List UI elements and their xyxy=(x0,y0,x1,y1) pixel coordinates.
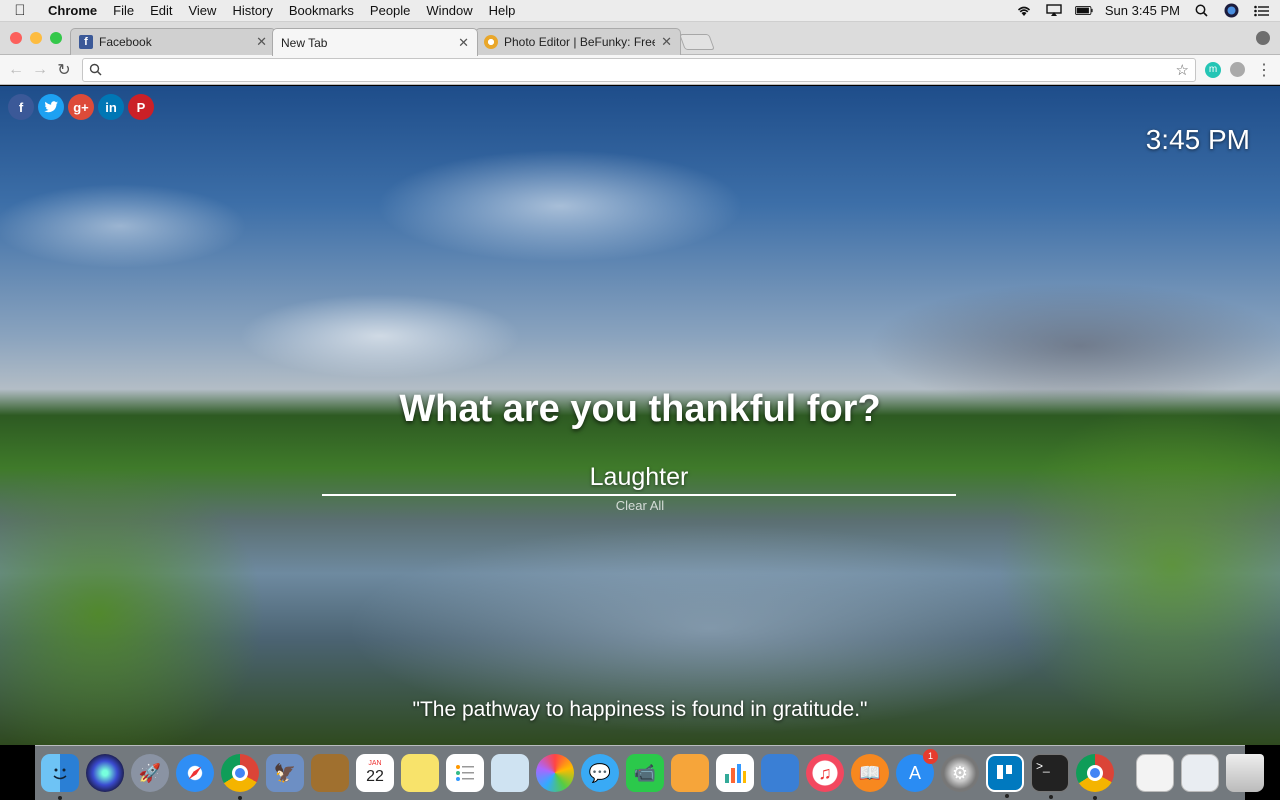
photo-booth-icon[interactable] xyxy=(491,754,529,792)
numbers-chart-icon[interactable] xyxy=(716,754,754,792)
tab-title: New Tab xyxy=(281,35,328,50)
wifi-icon[interactable] xyxy=(1015,4,1033,18)
reload-icon[interactable]: ↻ xyxy=(52,60,76,80)
facebook-favicon-icon: f xyxy=(79,35,93,49)
zoom-window-button[interactable] xyxy=(50,32,62,44)
notification-center-icon[interactable] xyxy=(1252,4,1270,18)
new-tab-page-background: f g+ in P 3:45 PM What are you thankful … xyxy=(0,86,1280,745)
menu-edit[interactable]: Edit xyxy=(142,3,180,18)
google-plus-share-icon[interactable]: g+ xyxy=(68,94,94,120)
new-tab-button[interactable] xyxy=(679,34,715,50)
spotlight-search-icon[interactable] xyxy=(1192,4,1210,18)
siri-icon[interactable] xyxy=(1222,3,1240,18)
chrome-menu-icon[interactable]: ⋮ xyxy=(1256,60,1272,80)
messages-icon[interactable]: 💬 xyxy=(581,754,619,792)
window-controls xyxy=(10,32,62,44)
battery-icon[interactable] xyxy=(1074,4,1093,18)
befunky-favicon-icon xyxy=(484,35,498,49)
facebook-share-icon[interactable]: f xyxy=(8,94,34,120)
macos-menu-bar:  Chrome File Edit View History Bookmark… xyxy=(0,0,1280,22)
chrome-icon-2[interactable] xyxy=(1076,754,1114,800)
menu-view[interactable]: View xyxy=(180,3,224,18)
finder-icon[interactable] xyxy=(41,754,79,800)
chrome-icon[interactable] xyxy=(221,754,259,800)
launchpad-rocket-icon[interactable]: 🚀 xyxy=(131,754,169,792)
tab-title: Photo Editor | BeFunky: Free O xyxy=(504,35,656,49)
menu-file[interactable]: File xyxy=(105,3,142,18)
extension-m-icon[interactable]: m xyxy=(1205,62,1221,78)
close-window-button[interactable] xyxy=(10,32,22,44)
forward-arrow-icon[interactable]: → xyxy=(28,61,52,79)
menu-bar-clock[interactable]: Sun 3:45 PM xyxy=(1105,3,1180,18)
menu-bookmarks[interactable]: Bookmarks xyxy=(281,3,362,18)
gratitude-question-heading: What are you thankful for? xyxy=(399,388,881,430)
linkedin-share-icon[interactable]: in xyxy=(98,94,124,120)
chrome-toolbar: ← → ↻ ☆ m ⋮ xyxy=(0,55,1280,85)
calendar-day: 22 xyxy=(366,768,384,785)
menu-history[interactable]: History xyxy=(224,3,280,18)
tab-title: Facebook xyxy=(99,35,152,49)
gratitude-quote: "The pathway to happiness is found in gr… xyxy=(412,698,868,721)
stickies-icon[interactable] xyxy=(401,754,439,792)
tab-close-icon[interactable]: ✕ xyxy=(256,34,267,50)
trello-icon[interactable] xyxy=(986,754,1024,798)
menu-help[interactable]: Help xyxy=(481,3,524,18)
reminders-list-icon[interactable] xyxy=(446,754,484,792)
tab-facebook[interactable]: f Facebook ✕ xyxy=(70,28,276,55)
menu-window[interactable]: Window xyxy=(418,3,480,18)
tab-close-icon[interactable]: ✕ xyxy=(661,34,672,50)
trash-icon[interactable] xyxy=(1226,754,1264,792)
facetime-icon[interactable]: 📹 xyxy=(626,754,664,792)
menu-people[interactable]: People xyxy=(362,3,418,18)
airplay-icon[interactable] xyxy=(1045,4,1063,18)
back-arrow-icon[interactable]: ← xyxy=(4,61,28,79)
notes-book-icon[interactable] xyxy=(311,754,349,792)
page-clock: 3:45 PM xyxy=(1145,124,1250,155)
social-share-links: f g+ in P xyxy=(8,94,154,120)
calendar-icon[interactable]: JAN 22 xyxy=(356,754,394,792)
ibooks-icon[interactable]: 📖 xyxy=(851,754,889,792)
macos-dock: 🚀 🦅 JAN 22 💬 📹 ♫ 📖 A1 ⚙ >_ xyxy=(35,745,1264,800)
chrome-tab-strip: f Facebook ✕ New Tab ✕ Photo Editor | Be… xyxy=(0,22,1280,56)
tab-close-icon[interactable]: ✕ xyxy=(458,35,469,51)
pinterest-share-icon[interactable]: P xyxy=(128,94,154,120)
minimized-window-icon[interactable] xyxy=(1181,754,1219,792)
calendar-month: JAN xyxy=(368,760,382,767)
bookmark-star-icon[interactable]: ☆ xyxy=(1176,61,1189,79)
app-store-badge: 1 xyxy=(923,749,938,764)
gratitude-answer-input[interactable] xyxy=(322,460,956,496)
menu-app-name[interactable]: Chrome xyxy=(40,3,105,18)
omnibox-search-icon xyxy=(89,63,103,77)
preview-eagle-icon[interactable]: 🦅 xyxy=(266,754,304,792)
pages-icon[interactable] xyxy=(671,754,709,792)
app-store-icon[interactable]: A1 xyxy=(896,749,938,792)
itunes-music-icon[interactable]: ♫ xyxy=(806,754,844,792)
omnibox-address-bar[interactable]: ☆ xyxy=(82,58,1196,82)
extension-gray-icon[interactable] xyxy=(1230,62,1245,77)
safari-compass-icon[interactable] xyxy=(176,754,214,792)
apple-menu-icon[interactable]:  xyxy=(0,2,40,19)
document-stack-icon[interactable] xyxy=(1136,754,1174,792)
tab-befunky[interactable]: Photo Editor | BeFunky: Free O ✕ xyxy=(475,28,681,55)
terminal-icon[interactable]: >_ xyxy=(1031,754,1069,799)
keynote-icon[interactable] xyxy=(761,754,799,792)
twitter-share-icon[interactable] xyxy=(38,94,64,120)
system-preferences-gear-icon[interactable]: ⚙ xyxy=(941,754,979,792)
minimize-window-button[interactable] xyxy=(30,32,42,44)
profile-icon[interactable] xyxy=(1256,31,1270,45)
clear-all-link[interactable]: Clear All xyxy=(0,498,1280,513)
siri-icon[interactable] xyxy=(86,754,124,792)
photos-icon[interactable] xyxy=(536,754,574,792)
menu-bar-status-area: Sun 3:45 PM xyxy=(1015,3,1280,18)
tab-new-tab[interactable]: New Tab ✕ xyxy=(272,28,478,56)
